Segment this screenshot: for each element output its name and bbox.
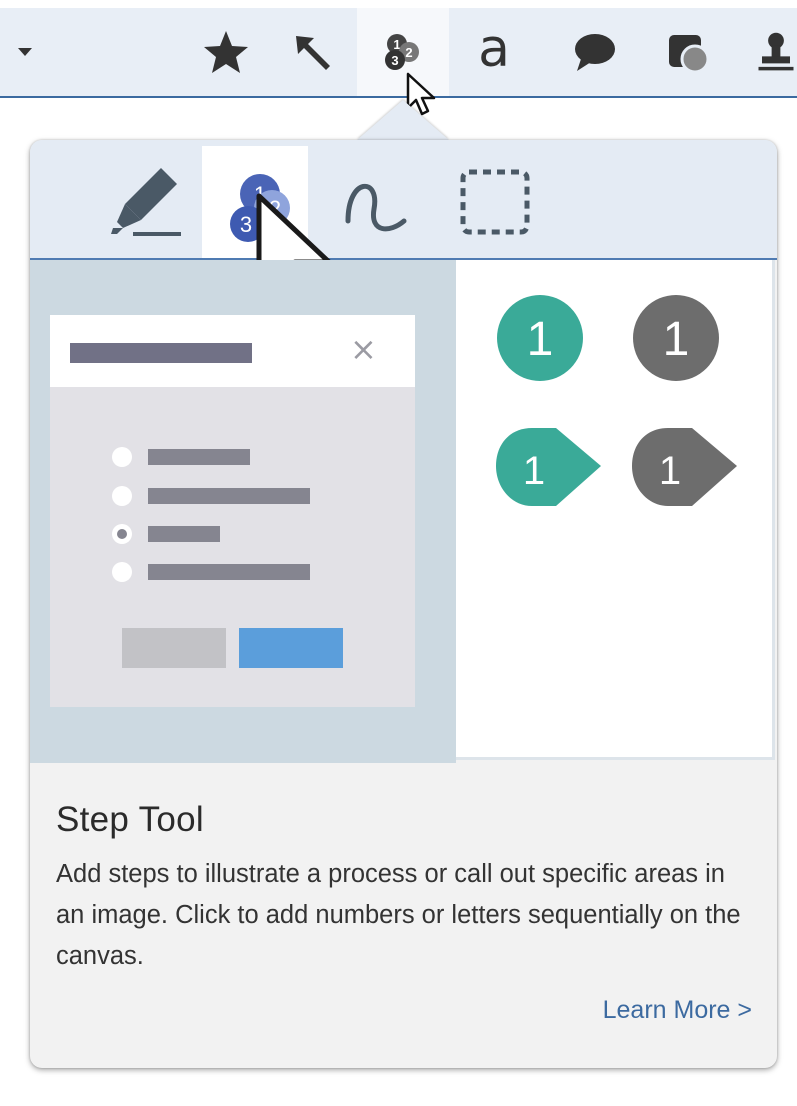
mock-line <box>148 488 310 504</box>
pen-curve-icon <box>345 183 407 232</box>
step-marker-teal-circle: 1 <box>497 295 583 381</box>
callout-tool-button[interactable] <box>556 8 632 96</box>
text-tool-button[interactable]: a <box>456 8 532 96</box>
mock-line <box>148 449 250 465</box>
selection-icon <box>460 169 530 235</box>
svg-text:1: 1 <box>527 313 554 366</box>
mock-dialog: × <box>50 315 415 707</box>
svg-text:3: 3 <box>240 212 252 237</box>
tool-description-text: Add steps to illustrate a process or cal… <box>56 860 741 970</box>
tool-popup: 1 2 3 × <box>30 140 777 1068</box>
tab-highlighter[interactable] <box>96 146 202 258</box>
arrow-tool-button[interactable] <box>274 8 350 96</box>
mock-radio <box>112 486 132 506</box>
mock-dialog-header: × <box>50 315 415 387</box>
step-marker-gray-circle: 1 <box>633 295 719 381</box>
tool-description: Step Tool Add steps to illustrate a proc… <box>56 800 756 977</box>
mock-title-bar <box>70 343 252 363</box>
svg-text:3: 3 <box>391 53 398 68</box>
shape-tool-button[interactable] <box>650 8 726 96</box>
tab-selection[interactable] <box>442 146 548 258</box>
step-marker-teal-arrow: 1 <box>496 428 601 506</box>
mock-radio-selected <box>112 524 132 544</box>
mock-cancel-button <box>122 628 226 668</box>
step-marker-gray-arrow: 1 <box>632 428 737 506</box>
learn-more-link[interactable]: Learn More > <box>603 998 752 1023</box>
shape-icon <box>669 35 710 74</box>
svg-text:1: 1 <box>659 449 681 493</box>
preview-illustration: × <box>30 260 456 763</box>
close-icon: × <box>350 330 377 368</box>
stamp-tool-button[interactable] <box>745 8 797 96</box>
toolbar: 1 2 3 a <box>0 8 797 116</box>
tool-title: Step Tool <box>56 800 204 839</box>
step-markers: 1 1 1 1 <box>496 295 737 506</box>
speech-bubble-icon <box>575 34 615 71</box>
popup-pointer <box>357 100 449 140</box>
arrow-icon <box>296 36 330 70</box>
svg-text:1: 1 <box>663 313 690 366</box>
tool-tabs: 1 2 3 <box>30 140 777 260</box>
mock-line <box>148 526 220 542</box>
svg-text:2: 2 <box>405 45 412 60</box>
svg-text:1: 1 <box>523 449 545 493</box>
favorites-button[interactable] <box>186 8 266 96</box>
step-styles-preview: 1 1 1 1 <box>456 260 775 760</box>
caret-down-icon <box>18 48 32 56</box>
star-icon <box>204 31 248 73</box>
mock-radio <box>112 447 132 467</box>
mock-radio <box>112 562 132 582</box>
dropdown-button[interactable] <box>0 8 50 96</box>
stamp-icon <box>758 32 794 71</box>
mock-ok-button <box>239 628 343 668</box>
mock-line <box>148 564 310 580</box>
text-a-icon: a <box>478 19 510 79</box>
highlighter-icon <box>111 168 181 236</box>
